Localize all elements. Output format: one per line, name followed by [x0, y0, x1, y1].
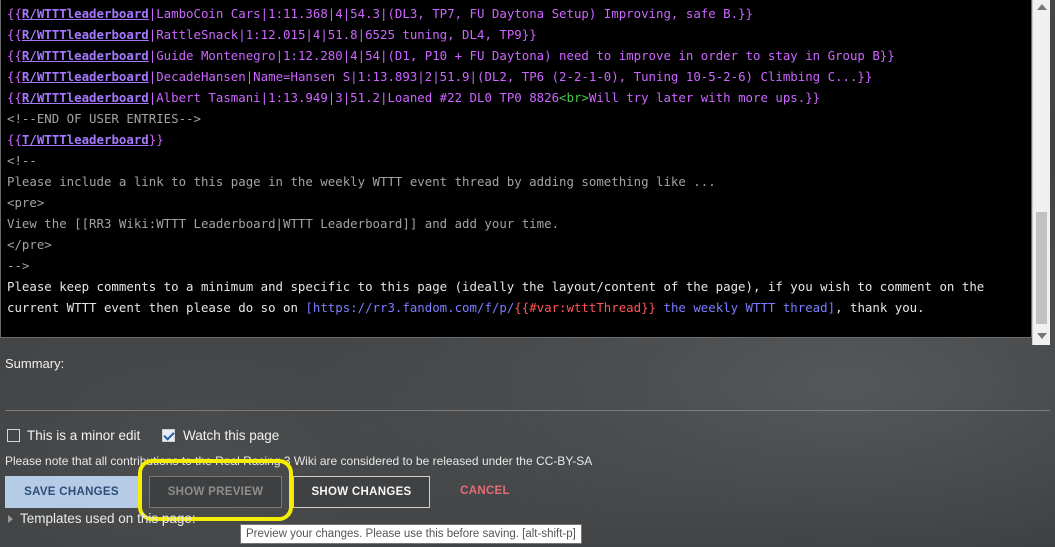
code-line: {{R/WTTTleaderboard|Albert Tasmani|1:13.… — [7, 87, 984, 108]
code-line: </pre> — [7, 234, 984, 255]
wikitext-editor[interactable]: {{R/WTTTleaderboard|LamboCoin Cars|1:11.… — [0, 0, 1032, 338]
code-line: View the [[RR3 Wiki:WTTT Leaderboard|WTT… — [7, 213, 984, 234]
code-segment: Will try later with more ups.}} — [588, 90, 821, 105]
watch-page-label[interactable]: Watch this page — [183, 428, 279, 443]
code-line: {{R/WTTTleaderboard|DecadeHansen|Name=Ha… — [7, 66, 984, 87]
scroll-up-arrow-icon[interactable] — [1037, 4, 1047, 10]
code-segment: R/WTTTleaderboard — [21, 6, 149, 21]
code-segment: <pre> — [7, 195, 45, 210]
code-segment: {{#var:wtttThread}} — [514, 300, 657, 315]
code-segment: {{ — [7, 48, 22, 63]
summary-input[interactable] — [5, 410, 1050, 411]
code-line: Please keep comments to a minimum and sp… — [7, 276, 984, 297]
cancel-button[interactable]: CANCEL — [441, 476, 529, 508]
minor-edit-label[interactable]: This is a minor edit — [27, 428, 140, 443]
code-line: current WTTT event then please do so on … — [7, 297, 984, 318]
code-line: {{R/WTTTleaderboard|LamboCoin Cars|1:11.… — [7, 3, 984, 24]
templates-used-label: Templates used on this page: — [20, 511, 196, 526]
templates-used-toggle[interactable]: Templates used on this page: — [8, 511, 196, 526]
code-segment: |Guide Montenegro|1:12.280|4|54|(D1, P10… — [148, 48, 895, 63]
scroll-down-arrow-icon[interactable] — [1037, 333, 1047, 339]
editor-scrollbar[interactable] — [1032, 0, 1050, 345]
code-line: {{R/WTTTleaderboard|Guide Montenegro|1:1… — [7, 45, 984, 66]
code-segment: <!--END OF USER ENTRIES--> — [7, 111, 201, 126]
minor-edit-checkbox[interactable] — [7, 429, 20, 442]
code-segment: |LamboCoin Cars|1:11.368|4|54.3|(DL3, TP… — [148, 6, 753, 21]
code-segment: R/WTTTleaderboard — [21, 27, 149, 42]
license-notice: Please note that all contributions to th… — [5, 454, 593, 468]
code-segment: {{ — [7, 6, 22, 21]
editor-code[interactable]: {{R/WTTTleaderboard|LamboCoin Cars|1:11.… — [7, 3, 984, 318]
code-segment: the weekly WTTT thread] — [656, 300, 836, 315]
code-segment: {{ — [7, 27, 22, 42]
code-line: {{R/WTTTleaderboard|RattleSnack|1:12.015… — [7, 24, 984, 45]
code-line: {{T/WTTTleaderboard}} — [7, 129, 984, 150]
code-segment: Please include a link to this page in th… — [7, 174, 716, 189]
code-segment: {{ — [7, 132, 22, 147]
watch-page-checkbox[interactable] — [162, 429, 175, 442]
code-segment: {{ — [7, 90, 22, 105]
code-segment: Please keep comments to a minimum and sp… — [7, 279, 985, 294]
code-segment: R/WTTTleaderboard — [21, 69, 149, 84]
code-segment: R/WTTTleaderboard — [21, 48, 149, 63]
code-segment: [https://rr3.fandom.com/f/p/ — [305, 300, 515, 315]
code-line: <!--END OF USER ENTRIES--> — [7, 108, 984, 129]
code-segment: </pre> — [7, 237, 52, 252]
code-segment: <!-- — [7, 153, 37, 168]
code-segment: <br> — [559, 90, 589, 105]
code-segment: View the [[RR3 Wiki:WTTT Leaderboard|WTT… — [7, 216, 560, 231]
summary-label: Summary: — [5, 356, 65, 371]
code-segment: |DecadeHansen|Name=Hansen S|1:13.893|2|5… — [148, 69, 873, 84]
code-segment: R/WTTTleaderboard — [21, 90, 149, 105]
code-segment: T/WTTTleaderboard — [21, 132, 149, 147]
code-line: <!-- — [7, 150, 984, 171]
code-segment: --> — [7, 258, 30, 273]
code-segment: |RattleSnack|1:12.015|4|51.8|6525 tuning… — [148, 27, 537, 42]
expand-triangle-icon — [8, 515, 13, 524]
code-segment: , thank you. — [835, 300, 925, 315]
code-line: <pre> — [7, 192, 984, 213]
scrollbar-thumb[interactable] — [1036, 212, 1047, 324]
code-segment: }} — [148, 132, 164, 147]
code-segment: {{ — [7, 69, 22, 84]
code-line: --> — [7, 255, 984, 276]
preview-tooltip: Preview your changes. Please use this be… — [240, 524, 582, 544]
code-segment: current WTTT event then please do so on — [7, 300, 306, 315]
save-changes-button[interactable]: SAVE CHANGES — [5, 476, 138, 508]
code-segment: |Albert Tasmani|1:13.949|3|51.2|Loaned #… — [148, 90, 560, 105]
code-line: Please include a link to this page in th… — [7, 171, 984, 192]
show-changes-button[interactable]: SHOW CHANGES — [293, 476, 430, 508]
